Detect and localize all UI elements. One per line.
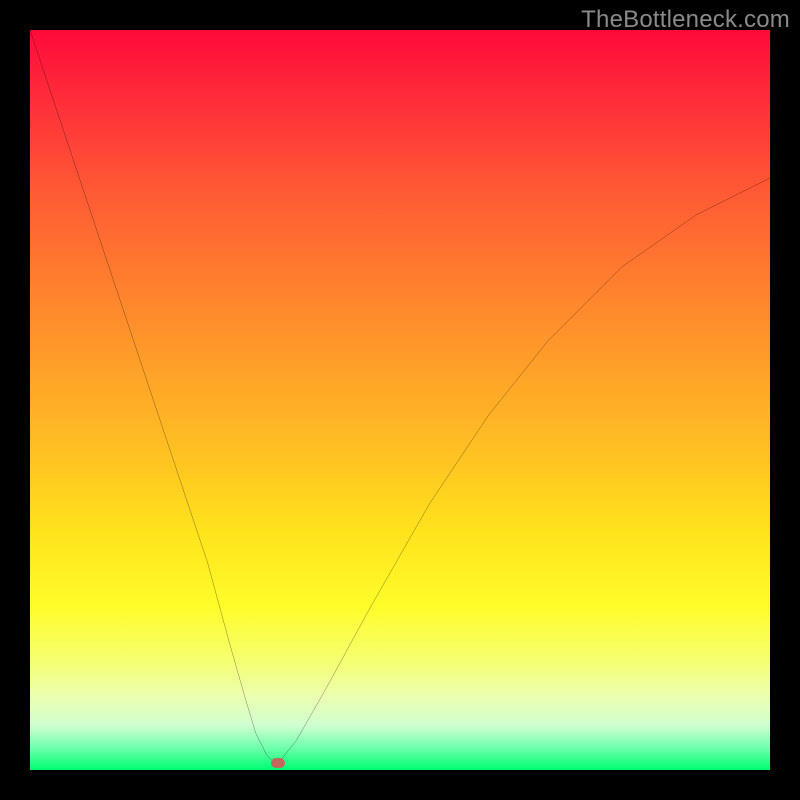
bottleneck-curve [30, 30, 770, 770]
chart-frame: TheBottleneck.com [0, 0, 800, 800]
optimum-marker [271, 758, 285, 768]
watermark-text: TheBottleneck.com [581, 6, 790, 34]
plot-area [30, 30, 770, 770]
